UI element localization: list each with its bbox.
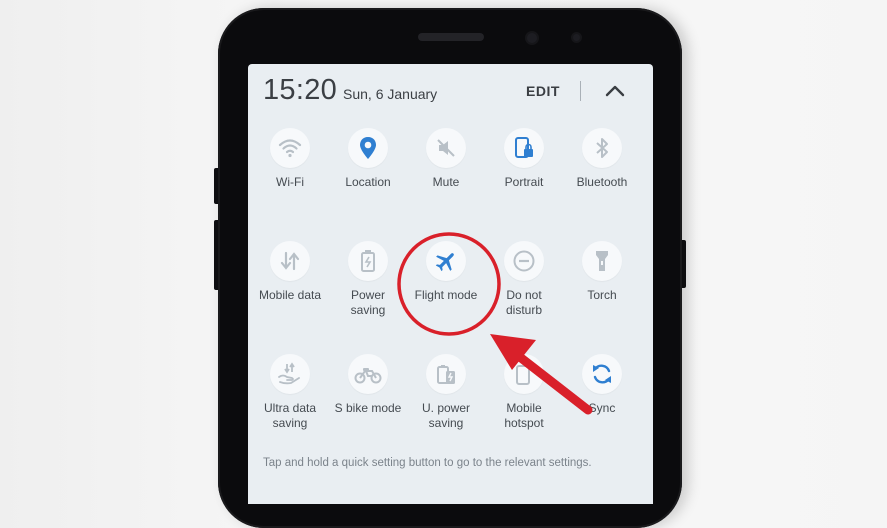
tile-mute[interactable]: Mute [411, 128, 481, 190]
mobile-data-icon [270, 241, 310, 281]
tile-label: Wi-Fi [276, 175, 304, 189]
clock-date: Sun, 6 January [343, 86, 438, 102]
tile-sync[interactable]: Sync [567, 354, 637, 416]
tile-label: Do not disturb [505, 288, 543, 317]
wifi-icon [270, 128, 310, 168]
tile-label: Sync [588, 401, 616, 415]
tile-portrait[interactable]: Portrait [489, 128, 559, 190]
tile-label: Torch [587, 288, 617, 302]
tile-label: Portrait [504, 175, 544, 189]
front-camera [527, 33, 537, 43]
edit-button[interactable]: EDIT [526, 83, 560, 99]
tile-ultra-data-saving[interactable]: Ultra data saving [255, 354, 325, 431]
tile-u-power-saving[interactable]: U. power saving [411, 354, 481, 431]
location-icon [348, 128, 388, 168]
tile-location[interactable]: Location [333, 128, 403, 190]
airplane-icon [426, 241, 466, 281]
do-not-disturb-icon [504, 241, 544, 281]
chevron-up-icon [605, 85, 625, 97]
tile-label: Bluetooth [576, 175, 628, 189]
tile-torch[interactable]: Torch [567, 241, 637, 303]
sync-icon [582, 354, 622, 394]
clock-time: 15:20 [263, 74, 338, 106]
collapse-panel-button[interactable] [603, 82, 627, 98]
mute-icon [426, 128, 466, 168]
earpiece-speaker [418, 33, 484, 41]
tile-label: U. power saving [421, 401, 471, 430]
tile-mobile-hotspot[interactable]: Mobile hotspot [489, 354, 559, 431]
tile-bluetooth[interactable]: Bluetooth [567, 128, 637, 190]
panel-header: 15:20 Sun, 6 January EDIT [248, 64, 653, 114]
panel-hint-text: Tap and hold a quick setting button to g… [263, 457, 592, 469]
tile-label: Mute [432, 175, 460, 189]
tile-do-not-disturb[interactable]: Do not disturb [489, 241, 559, 318]
hotspot-icon [504, 354, 544, 394]
torch-icon [582, 241, 622, 281]
tile-label: Power saving [350, 288, 386, 317]
tile-label: Flight mode [414, 288, 478, 302]
tile-label: Ultra data saving [263, 401, 317, 430]
bluetooth-icon [582, 128, 622, 168]
ultra-data-saving-icon [270, 354, 310, 394]
tile-wifi[interactable]: Wi-Fi [255, 128, 325, 190]
header-divider [580, 81, 581, 101]
quick-settings-panel: 15:20 Sun, 6 January EDIT Wi-Fi Location… [248, 64, 653, 504]
tile-label: Mobile data [258, 288, 322, 302]
sensor [573, 34, 580, 41]
tile-s-bike-mode[interactable]: S bike mode [333, 354, 403, 416]
tile-label: Mobile hotspot [504, 401, 544, 430]
tile-label: S bike mode [334, 401, 402, 415]
tile-flight-mode[interactable]: Flight mode [411, 241, 481, 303]
battery-icon [348, 241, 388, 281]
tile-label: Location [345, 175, 391, 189]
portrait-lock-icon [504, 128, 544, 168]
photo-scene: 15:20 Sun, 6 January EDIT Wi-Fi Location… [0, 0, 887, 528]
bike-icon [348, 354, 388, 394]
tile-mobile-data[interactable]: Mobile data [255, 241, 325, 303]
tile-power-saving[interactable]: Power saving [333, 241, 403, 318]
ultra-power-saving-icon [426, 354, 466, 394]
